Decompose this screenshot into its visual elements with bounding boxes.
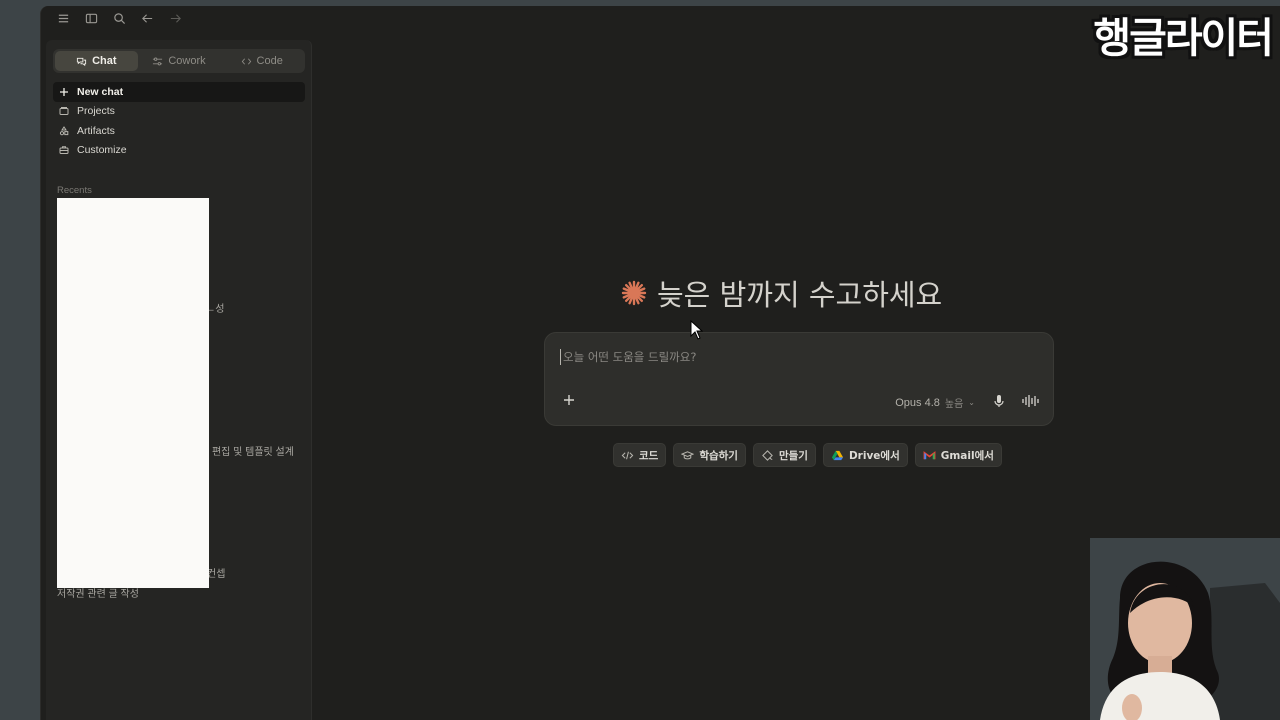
tab-code-label: Code xyxy=(256,55,283,67)
back-arrow-icon[interactable] xyxy=(140,11,154,25)
chip-learn[interactable]: 학습하기 xyxy=(673,443,746,467)
artifacts-label: Artifacts xyxy=(77,124,115,137)
mouse-cursor xyxy=(690,320,704,340)
tab-chat[interactable]: Chat xyxy=(55,51,138,71)
plus-icon xyxy=(564,395,574,405)
shapes-icon xyxy=(59,125,69,136)
claude-spark-icon xyxy=(621,280,647,306)
recent-item-fragment[interactable]: ㅏ 편집 및 템플릿 설계 xyxy=(200,443,294,458)
briefcase-icon xyxy=(59,146,69,155)
projects-label: Projects xyxy=(77,105,115,118)
microphone-icon xyxy=(994,395,1004,407)
chip-drive-label: Drive에서 xyxy=(848,449,900,462)
sidebar-item-artifacts[interactable]: Artifacts xyxy=(53,121,305,141)
forward-arrow-icon[interactable] xyxy=(168,11,182,25)
sidebar: Chat Cowork Code New chat Projects Artif… xyxy=(46,40,312,720)
chip-learn-label: 학습하기 xyxy=(699,449,738,462)
chat-bubbles-icon xyxy=(77,57,87,66)
graduation-cap-icon xyxy=(681,450,695,459)
new-chat-button[interactable]: New chat xyxy=(53,82,305,102)
menu-icon[interactable] xyxy=(56,11,70,25)
sidebar-item-projects[interactable]: Projects xyxy=(53,102,305,122)
chip-gmail-label: Gmail에서 xyxy=(940,449,994,462)
tab-cowork-label: Cowork xyxy=(168,55,206,67)
chip-create-label: 만들기 xyxy=(778,449,808,462)
chip-code-label: 코드 xyxy=(639,449,659,462)
sidebar-toggle-icon[interactable] xyxy=(84,11,98,25)
tab-cowork[interactable]: Cowork xyxy=(138,51,221,71)
plus-icon xyxy=(60,87,68,96)
webcam-presenter-image xyxy=(1090,538,1280,720)
chip-gmail[interactable]: Gmail에서 xyxy=(914,443,1002,467)
mode-switcher: Chat Cowork Code xyxy=(53,49,305,73)
paint-icon xyxy=(762,449,773,461)
google-drive-icon xyxy=(831,450,844,460)
microphone-button[interactable] xyxy=(992,393,1006,409)
new-chat-label: New chat xyxy=(77,85,124,98)
voice-mode-button[interactable] xyxy=(1021,393,1039,409)
effort-level: 높음 xyxy=(944,399,964,410)
customize-label: Customize xyxy=(77,144,127,157)
chip-drive[interactable]: Drive에서 xyxy=(822,443,908,467)
sidebar-nav: New chat Projects Artifacts Customize xyxy=(53,82,305,160)
code-brackets-icon xyxy=(241,57,251,65)
recents-heading: Recents xyxy=(57,185,92,196)
chip-create[interactable]: 만들기 xyxy=(752,443,816,467)
code-icon xyxy=(621,451,634,459)
redaction-box xyxy=(57,198,209,588)
message-composer: Opus 4.8 높음 ⌄ xyxy=(544,332,1054,426)
greeting-text: 늦은 밤까지 수고하세요 xyxy=(657,278,943,312)
tab-chat-label: Chat xyxy=(92,55,117,67)
suggestion-chips: 코드 학습하기 만들기 Drive에서 Gmail에서 xyxy=(613,443,1002,467)
search-icon[interactable] xyxy=(112,11,126,25)
gmail-icon xyxy=(923,450,936,459)
folder-icon xyxy=(59,107,69,116)
tab-code[interactable]: Code xyxy=(220,51,303,71)
model-selector[interactable]: Opus 4.8 높음 ⌄ xyxy=(895,395,975,411)
model-name: Opus 4.8 xyxy=(895,396,940,409)
greeting-heading: 늦은 밤까지 수고하세요 xyxy=(621,272,942,314)
attach-button[interactable] xyxy=(562,393,576,407)
channel-logo: 행글라이터 xyxy=(1093,14,1274,62)
sidebar-item-customize[interactable]: Customize xyxy=(53,141,305,161)
sliders-icon xyxy=(153,57,163,65)
chip-code[interactable]: 코드 xyxy=(613,443,667,467)
recent-item-fragment[interactable]: 컨셉 xyxy=(207,565,225,580)
waveform-icon xyxy=(1022,395,1039,407)
message-input[interactable] xyxy=(560,349,980,365)
chevron-down-icon: ⌄ xyxy=(968,398,975,407)
